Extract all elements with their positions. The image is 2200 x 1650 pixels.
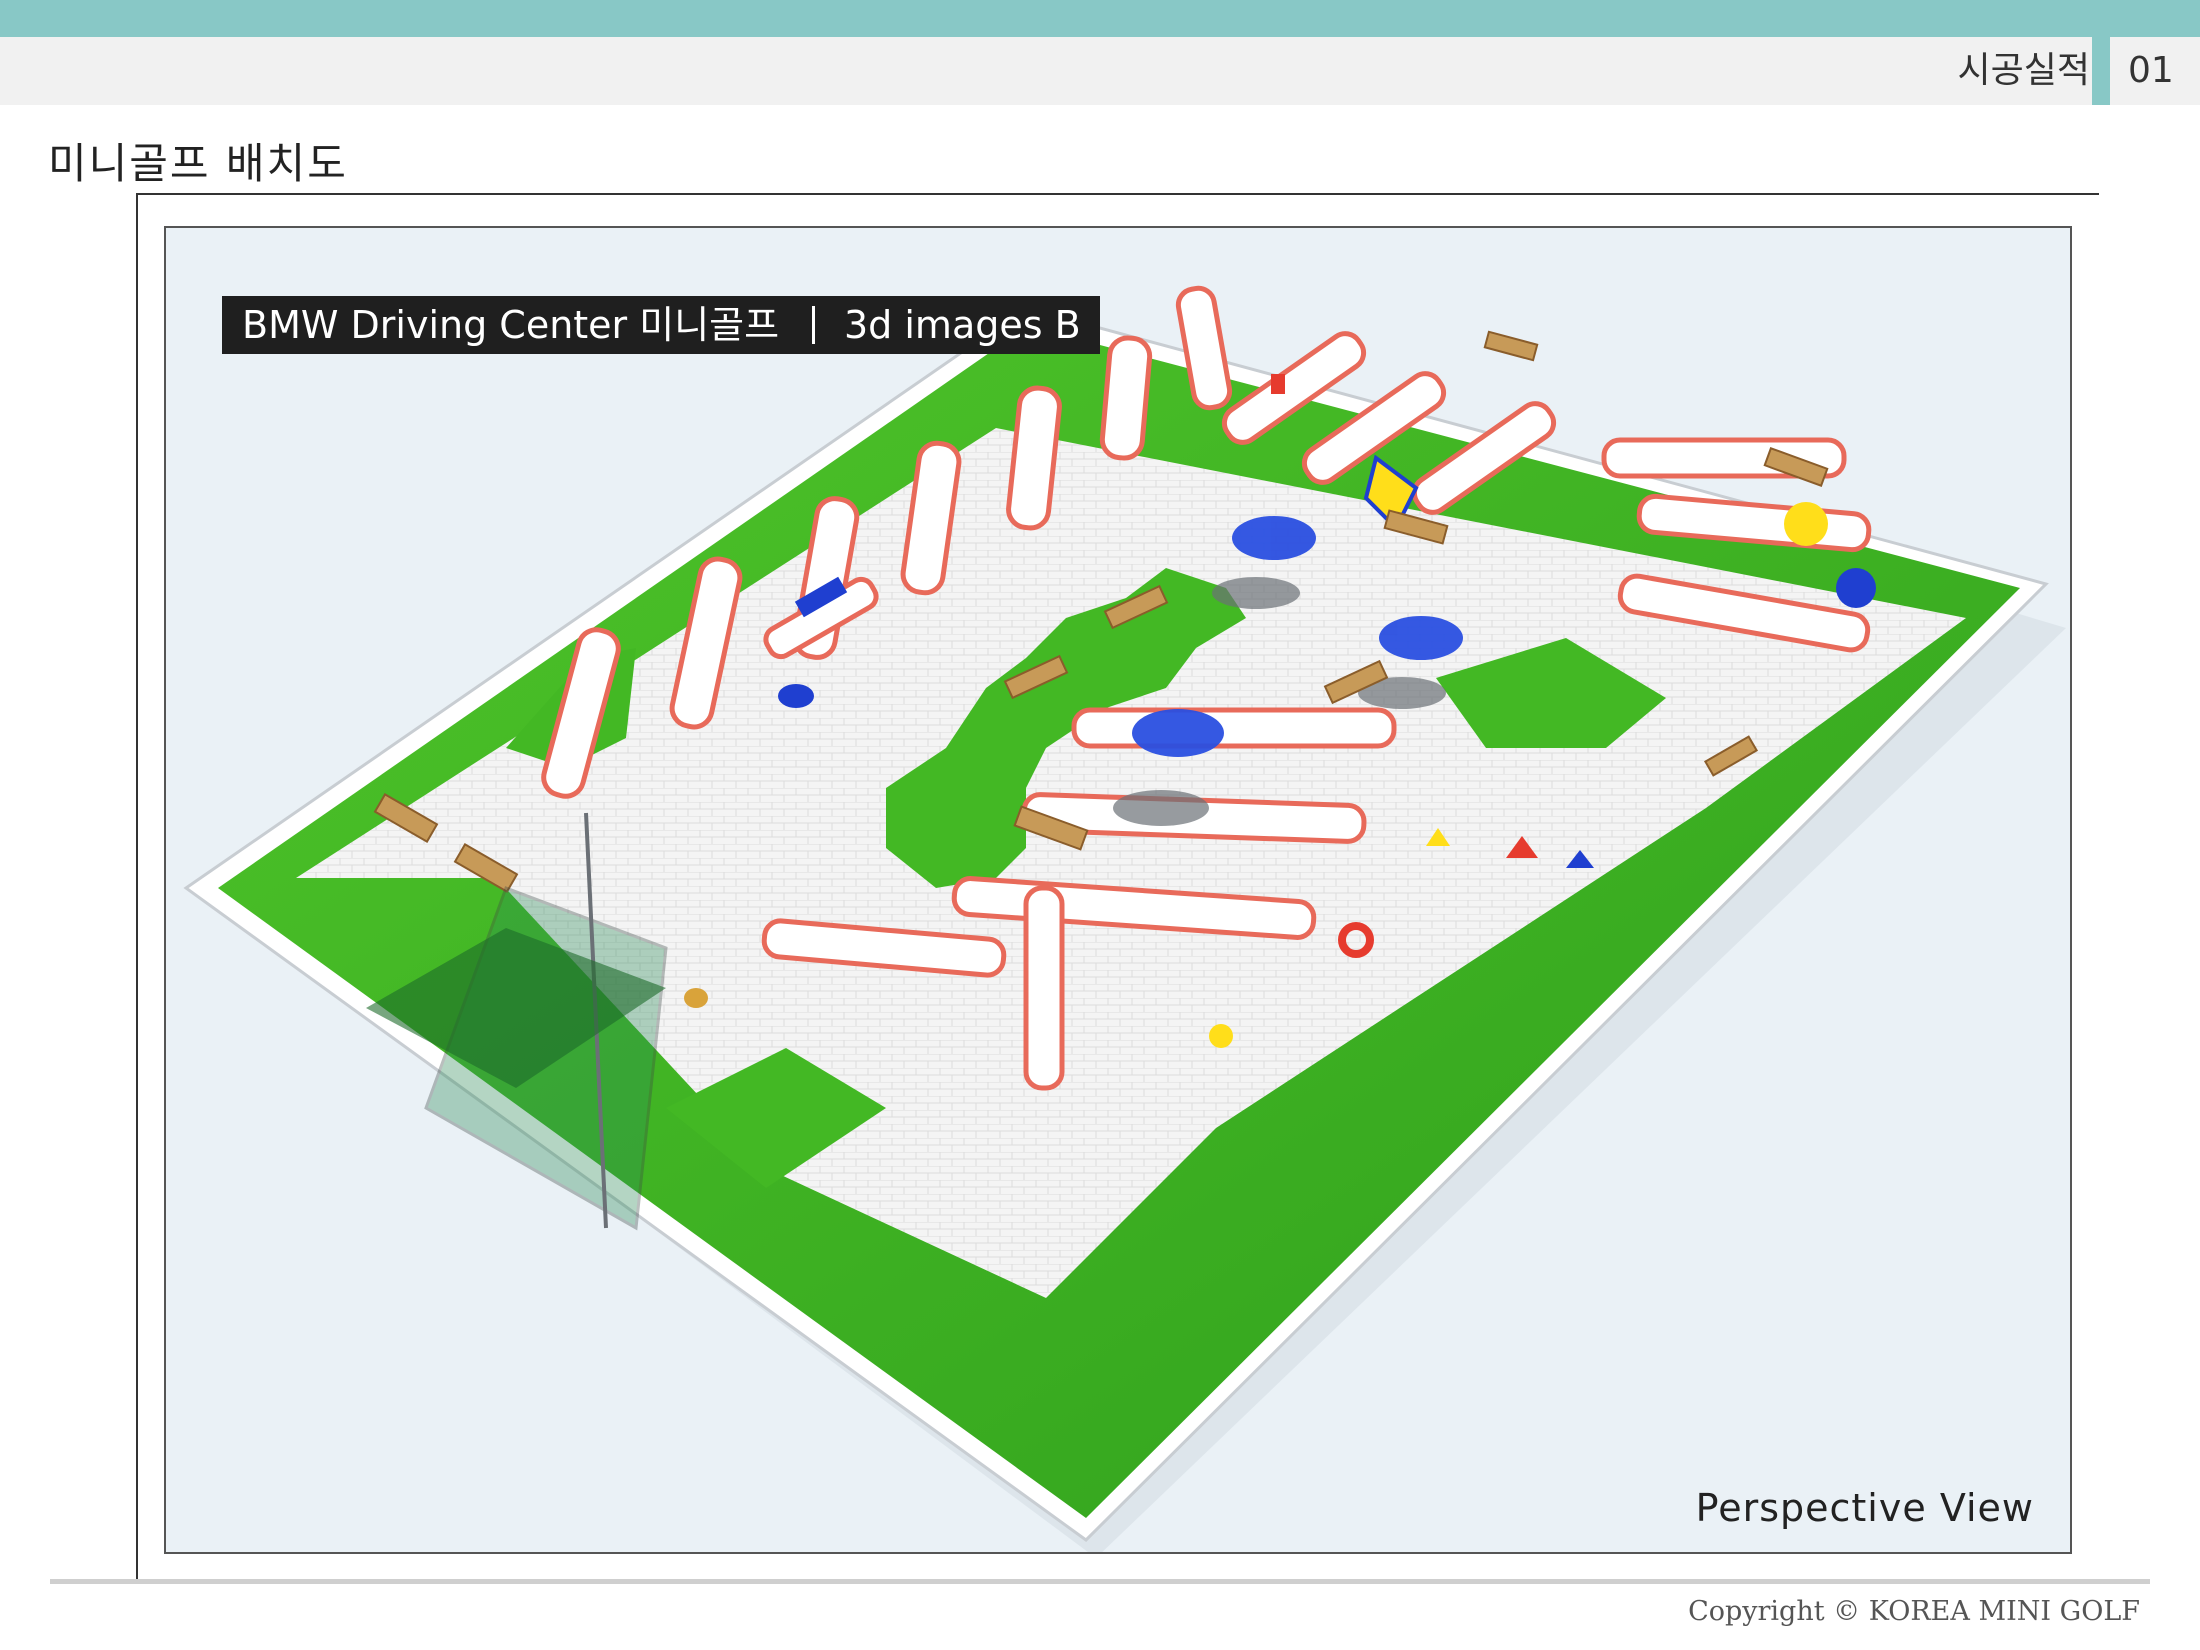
banner-separator [812, 306, 815, 344]
page-number: 01 [2128, 50, 2174, 91]
section-label: 시공실적 [1957, 50, 2090, 91]
image-banner: BMW Driving Center 미니골프 3d images B [222, 296, 1100, 354]
banner-title: BMW Driving Center 미니골프 [242, 303, 780, 347]
header-strip [0, 37, 2200, 105]
left-rule [136, 193, 138, 1581]
banner-subtitle: 3d images B [844, 303, 1081, 347]
footer-rule [50, 1579, 2150, 1584]
view-label: Perspective View [1695, 1486, 2034, 1530]
page-title: 미니골프 배치도 [48, 139, 348, 188]
copyright: Copyright © KOREA MINI GOLF [1688, 1596, 2140, 1627]
title-rule [136, 193, 2099, 195]
top-accent-bar [0, 0, 2200, 37]
rendering-frame: BMW Driving Center 미니골프 3d images B Pers… [164, 226, 2072, 1554]
header-accent-block [2092, 37, 2110, 105]
mini-golf-rendering [183, 285, 2066, 1552]
